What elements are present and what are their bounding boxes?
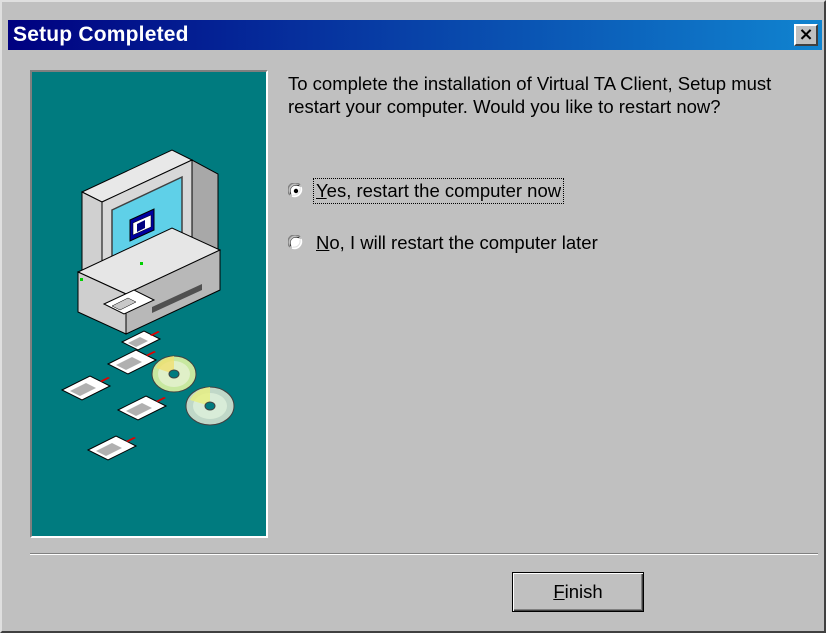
close-icon: × xyxy=(798,24,814,45)
footer-separator xyxy=(30,553,818,555)
window-title: Setup Completed xyxy=(13,23,189,46)
setup-dialog: Setup Completed × To complete the instal… xyxy=(0,0,826,633)
title-bar: Setup Completed × xyxy=(8,20,822,50)
cd-disc-icon xyxy=(151,355,197,393)
setup-illustration-panel xyxy=(30,70,268,538)
close-button[interactable]: × xyxy=(794,24,818,46)
radio-unselected-icon[interactable] xyxy=(288,235,304,251)
restart-later-label: No, I will restart the computer later xyxy=(316,232,598,253)
restart-now-option[interactable]: Yes, restart the computer now xyxy=(288,178,565,204)
computer-with-disks-illustration xyxy=(60,149,235,461)
radio-selected-icon[interactable] xyxy=(288,183,304,199)
floppy-disk-icon xyxy=(120,330,162,351)
restart-later-option[interactable]: No, I will restart the computer later xyxy=(288,230,600,256)
restart-now-label: Yes, restart the computer now xyxy=(312,178,565,204)
finish-button-label: Finish xyxy=(553,581,603,602)
finish-button[interactable]: Finish xyxy=(512,572,644,612)
restart-message: To complete the installation of Virtual … xyxy=(288,73,772,117)
